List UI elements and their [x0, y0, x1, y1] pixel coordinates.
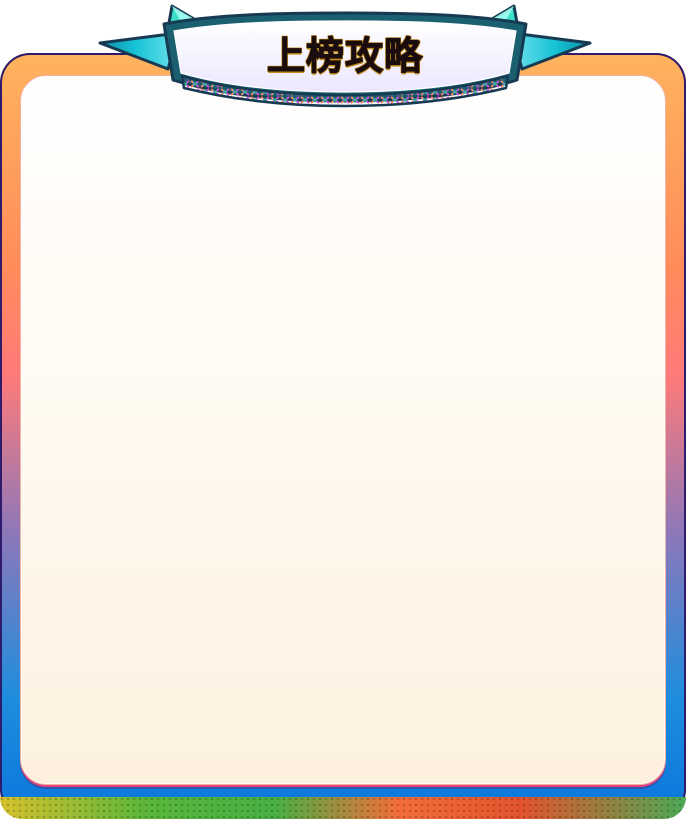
page-title: 上榜攻略	[266, 34, 423, 78]
page: 上榜攻略	[0, 0, 686, 819]
content-panel	[20, 75, 666, 785]
bottom-pattern	[0, 797, 686, 819]
title-banner: 上榜攻略	[98, 0, 592, 115]
